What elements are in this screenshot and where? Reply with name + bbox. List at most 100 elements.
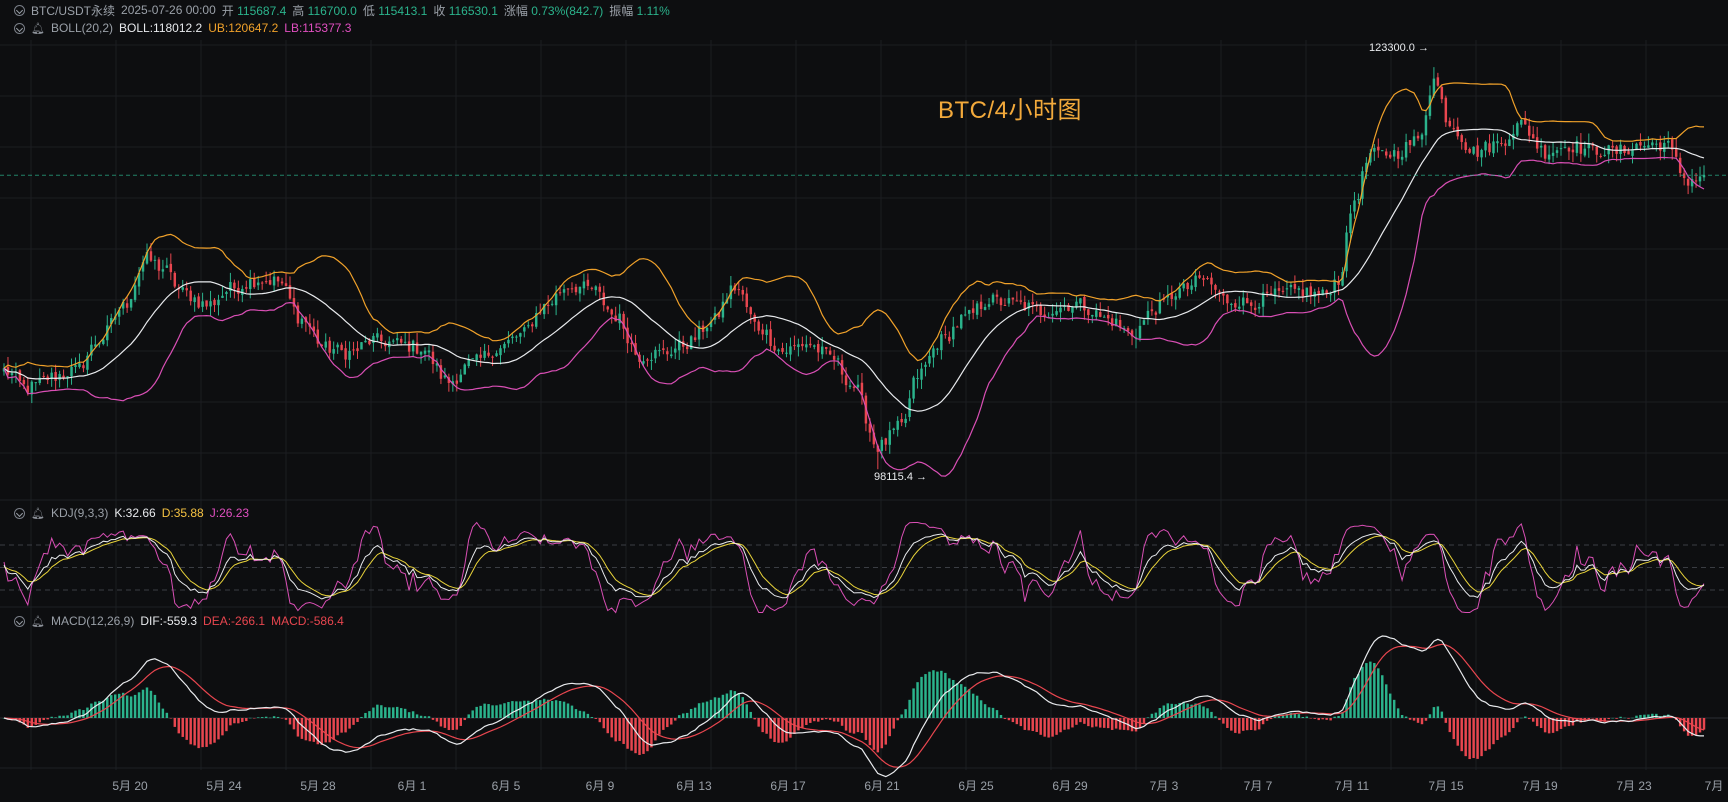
high-value: 116700.0 (307, 3, 357, 18)
macd-name[interactable]: MACD(12,26,9) (51, 614, 134, 628)
x-axis-label: 7月 3 (1149, 779, 1179, 793)
macd-histogram-bar (1043, 718, 1046, 737)
macd-histogram-bar (1035, 718, 1038, 732)
candle-body (264, 281, 268, 283)
macd-histogram-bar (260, 717, 264, 718)
macd-histogram-bar (701, 702, 705, 718)
macd-dif-value: DIF:-559.3 (140, 614, 198, 628)
boll-name[interactable]: BOLL(20,2) (51, 21, 113, 35)
candle-body (1456, 126, 1459, 137)
candle-body (1460, 135, 1463, 142)
bell-icon[interactable]: 🔔︎ (31, 615, 45, 628)
macd-histogram-bar (1083, 718, 1086, 724)
chevron-down-icon[interactable] (14, 507, 25, 519)
candle-body (1349, 213, 1352, 234)
macd-histogram-bar (503, 703, 506, 718)
macd-histogram-bar (368, 711, 371, 718)
macd-histogram-bar (654, 718, 657, 741)
x-axis-label: 5月 24 (206, 779, 242, 793)
high-annotation-value: 123300.0 (1369, 42, 1415, 54)
candle-body (820, 346, 824, 355)
macd-histogram-bar (1309, 718, 1313, 719)
candle-body (1643, 145, 1646, 148)
macd-histogram-bar (407, 712, 411, 718)
candle-body (685, 346, 689, 350)
macd-histogram-bar (1202, 706, 1205, 718)
macd-histogram-bar (1337, 715, 1340, 718)
chart-canvas[interactable] (0, 0, 1728, 802)
x-axis-label: 6月 13 (676, 779, 712, 793)
candle-body (511, 336, 514, 339)
macd-histogram-bar (1075, 718, 1078, 725)
macd-histogram-bar (173, 718, 177, 727)
macd-histogram-bar (765, 718, 768, 734)
macd-dif-line (3, 635, 1704, 778)
candle-body (1476, 145, 1479, 157)
candle-body (1249, 302, 1253, 306)
candle-body (344, 348, 347, 360)
candle-body (18, 370, 22, 381)
macd-histogram-bar (1118, 718, 1122, 730)
macd-histogram-bar (435, 718, 439, 722)
macd-histogram-bar (606, 718, 609, 734)
macd-histogram-bar (1408, 718, 1412, 720)
macd-histogram-bar (82, 710, 85, 718)
bell-icon[interactable]: 🔔︎ (31, 507, 45, 520)
chevron-down-icon[interactable] (14, 615, 25, 627)
macd-histogram-bar (1269, 718, 1273, 720)
macd-histogram-bar (1059, 718, 1062, 733)
macd-histogram-bar (912, 688, 915, 718)
bell-icon[interactable]: 🔔︎ (31, 22, 45, 35)
candle-body (483, 350, 486, 358)
candle-body (550, 303, 554, 305)
main-ohlc-header: BTC/USDT永续 2025-07-26 00:00 开 115687.4 高… (14, 2, 670, 18)
macd-histogram-bar (558, 701, 562, 718)
macd-histogram-bar (1003, 718, 1007, 719)
candle-body (1095, 310, 1098, 317)
symbol-label[interactable]: BTC/USDT永续 (31, 2, 115, 19)
macd-histogram-bar (1424, 718, 1428, 721)
kdj-name[interactable]: KDJ(9,3,3) (51, 506, 108, 520)
candle-body (944, 334, 947, 336)
chevron-down-icon[interactable] (14, 4, 25, 16)
macd-histogram-bar (1333, 716, 1336, 718)
macd-histogram-bar (1079, 718, 1082, 723)
candle-body (777, 349, 780, 352)
macd-histogram-bar (1464, 718, 1467, 757)
candle-body (1297, 288, 1301, 290)
macd-histogram-bar (237, 718, 240, 724)
macd-histogram-bar (1639, 714, 1642, 718)
macd-histogram-bar (538, 700, 542, 718)
macd-histogram-bar (566, 703, 570, 718)
candle-body (1686, 178, 1690, 186)
macd-histogram-bar (813, 718, 816, 722)
candle-body (1011, 297, 1015, 300)
macd-histogram-bar (241, 718, 244, 722)
candle-body (1579, 142, 1583, 154)
macd-histogram-bar (844, 718, 848, 731)
candle-body (1528, 125, 1531, 136)
candle-body (181, 287, 184, 290)
macd-histogram-bar (960, 684, 963, 718)
candle-body (1583, 148, 1587, 156)
candle-body (1396, 151, 1400, 159)
candle-body (737, 289, 741, 291)
x-axis-label: 5月 28 (300, 779, 336, 793)
macd-histogram-bar (705, 701, 709, 718)
macd-histogram-bar (1317, 718, 1320, 721)
macd-histogram-bar (1404, 716, 1408, 718)
macd-histogram-bar (650, 718, 653, 748)
macd-histogram-bar (817, 718, 820, 722)
candle-body (844, 375, 848, 386)
macd-histogram-bar (987, 707, 991, 718)
chevron-down-icon[interactable] (14, 22, 25, 34)
macd-histogram-bar (471, 710, 474, 718)
candle-body (809, 343, 812, 346)
candle-body (368, 340, 371, 345)
candle-body (991, 294, 995, 303)
macd-histogram-bar (185, 718, 188, 740)
macd-histogram-bar (1623, 717, 1626, 719)
candle-body (328, 340, 331, 353)
candle-body (971, 308, 975, 313)
candle-body (336, 344, 339, 348)
